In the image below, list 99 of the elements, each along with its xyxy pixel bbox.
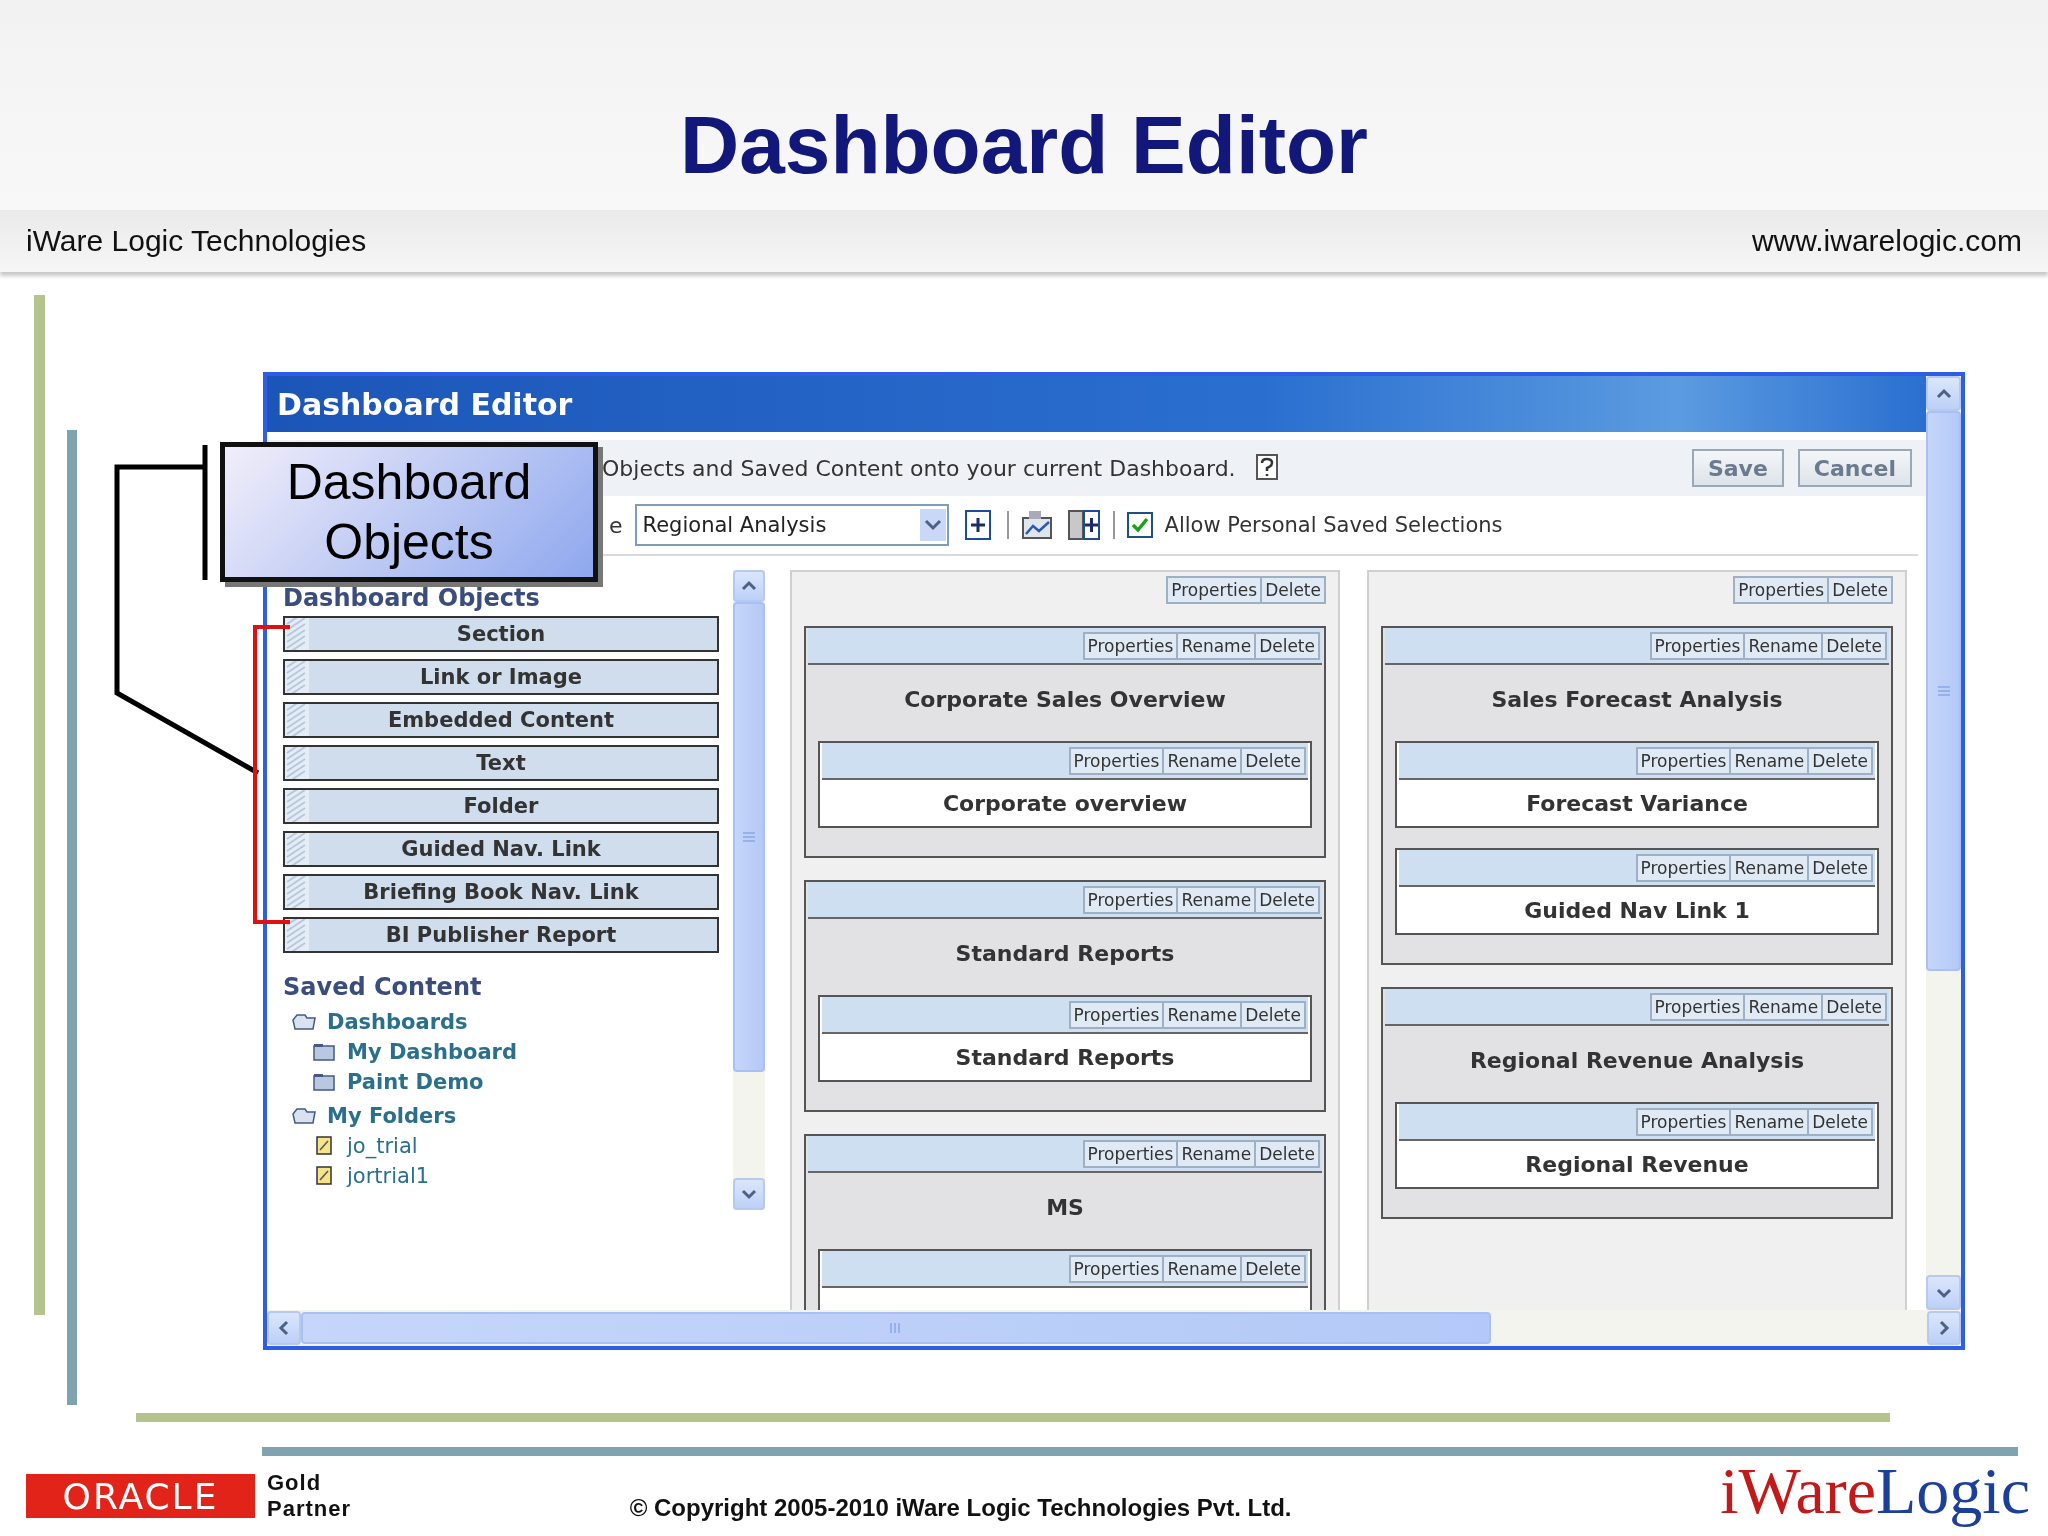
scroll-thumb[interactable] xyxy=(733,602,765,1072)
toolbar-button[interactable]: Delete xyxy=(1240,1254,1306,1283)
section-title: Regional Revenue Analysis xyxy=(1468,1046,1806,1075)
toolbar-button[interactable]: Delete xyxy=(1807,746,1873,775)
toolbar-button[interactable]: Rename xyxy=(1729,1107,1810,1136)
toolbar-button[interactable]: Properties xyxy=(1635,746,1732,775)
add-column-icon[interactable] xyxy=(1066,508,1101,542)
toolbar-button[interactable]: Properties xyxy=(1635,853,1732,882)
section-title: Corporate Sales Overview xyxy=(903,685,1227,714)
checkbox-label: Allow Personal Saved Selections xyxy=(1164,513,1503,537)
toolbar-button[interactable]: Rename xyxy=(1729,853,1810,882)
toolbar-button[interactable]: Delete xyxy=(1240,1000,1306,1029)
panel-heading: Dashboard Objects xyxy=(283,584,541,614)
grip-icon xyxy=(285,790,309,822)
grip-icon xyxy=(285,919,309,951)
partner-text: Partner xyxy=(267,1496,352,1522)
object-button[interactable]: BI Publisher Report xyxy=(283,917,719,953)
toolbar-button[interactable]: Delete xyxy=(1807,853,1873,882)
object-button[interactable]: Section xyxy=(283,616,719,652)
grip-icon xyxy=(285,876,309,908)
folder-icon xyxy=(311,1072,337,1092)
folder-icon xyxy=(291,1012,317,1032)
toolbar-button[interactable]: Rename xyxy=(1162,746,1243,775)
toolbar-button[interactable]: Delete xyxy=(1827,576,1893,604)
slide-title: Dashboard Editor xyxy=(679,98,1369,192)
object-button[interactable]: Embedded Content xyxy=(283,702,719,738)
dialog-button[interactable]: Save xyxy=(1691,449,1784,487)
toolbar-button[interactable]: Properties xyxy=(1082,885,1179,914)
toolbar-button[interactable]: Properties xyxy=(1082,631,1179,660)
tree-item[interactable]: My Dashboard xyxy=(347,1040,517,1064)
label-text: e xyxy=(609,512,623,538)
toolbar-button[interactable]: Delete xyxy=(1260,576,1326,604)
tree-item[interactable]: My Folders xyxy=(327,1104,457,1128)
page-dropdown[interactable]: Regional Analysis xyxy=(634,504,949,546)
object-button[interactable]: Text xyxy=(283,745,719,781)
brand-logo: iWareLogic xyxy=(1720,1453,2030,1529)
item-title: Standard Reports xyxy=(954,1043,1176,1072)
tree-item[interactable]: jo_trial xyxy=(347,1134,418,1158)
object-button[interactable]: Guided Nav. Link xyxy=(283,831,719,867)
website-url: www.iwarelogic.com xyxy=(1751,224,2022,258)
toolbar-button[interactable]: Properties xyxy=(1733,576,1830,604)
dialog-button[interactable]: Cancel xyxy=(1797,449,1912,487)
company-name: iWare Logic Technologies xyxy=(26,224,367,258)
grip-icon xyxy=(285,833,309,865)
toolbar-button[interactable]: Properties xyxy=(1082,1139,1179,1168)
toolbar-button[interactable]: Delete xyxy=(1821,631,1887,660)
grip-icon xyxy=(285,661,309,693)
toolbar-button[interactable]: Properties xyxy=(1068,1000,1165,1029)
scroll-thumb[interactable] xyxy=(301,1312,1491,1344)
panel-heading: Saved Content xyxy=(283,973,483,1003)
item-title: Guided Nav Link 1 xyxy=(1523,896,1751,925)
toolbar-button[interactable]: Properties xyxy=(1068,746,1165,775)
object-button[interactable]: Briefing Book Nav. Link xyxy=(283,874,719,910)
toolbar-button[interactable]: Rename xyxy=(1743,631,1824,660)
object-button[interactable]: Folder xyxy=(283,788,719,824)
scroll-thumb[interactable] xyxy=(1926,411,1961,971)
toolbar-button[interactable]: Rename xyxy=(1162,1254,1243,1283)
toolbar-button[interactable]: Delete xyxy=(1254,885,1320,914)
item-title: Regional Revenue xyxy=(1524,1150,1750,1179)
toolbar-button[interactable]: Properties xyxy=(1166,576,1263,604)
toolbar-button[interactable]: Properties xyxy=(1068,1254,1165,1283)
scrollbar[interactable] xyxy=(733,570,765,1210)
window-title: Dashboard Editor xyxy=(277,386,573,422)
toolbar-button[interactable]: Properties xyxy=(1649,631,1746,660)
partner-text: Gold xyxy=(267,1470,323,1496)
section-title: MS xyxy=(1045,1193,1085,1222)
grip-icon xyxy=(285,747,309,779)
checkbox[interactable] xyxy=(1126,512,1153,538)
copyright-text: © Copyright 2005-2010 iWare Logic Technologies Pvt. Ltd. xyxy=(628,1493,1293,1522)
scrollbar[interactable] xyxy=(1926,376,1961,1310)
toolbar-button[interactable]: Delete xyxy=(1240,746,1306,775)
toolbar-button[interactable]: Rename xyxy=(1176,885,1257,914)
item-title: Forecast Variance xyxy=(1525,789,1749,818)
toolbar-button[interactable]: Rename xyxy=(1176,631,1257,660)
object-button[interactable]: Link or Image xyxy=(283,659,719,695)
grip-icon xyxy=(285,704,309,736)
toolbar-button[interactable]: Delete xyxy=(1254,631,1320,660)
toolbar-button[interactable]: Rename xyxy=(1729,746,1810,775)
folder-icon xyxy=(311,1042,337,1062)
toolbar-button[interactable]: Rename xyxy=(1176,1139,1257,1168)
grip-icon xyxy=(285,618,309,650)
toolbar-button[interactable]: Properties xyxy=(1635,1107,1732,1136)
toolbar-button[interactable]: Rename xyxy=(1743,992,1824,1021)
item-title: Corporate overview xyxy=(941,789,1189,818)
scrollbar[interactable] xyxy=(267,1310,1961,1346)
tree-item[interactable]: jortrial1 xyxy=(347,1164,430,1188)
toolbar-button[interactable]: Rename xyxy=(1162,1000,1243,1029)
toolbar-button[interactable]: Delete xyxy=(1807,1107,1873,1136)
section-title: Standard Reports xyxy=(954,939,1176,968)
folder-icon xyxy=(291,1106,317,1126)
tree-item[interactable]: Dashboards xyxy=(327,1010,468,1034)
oracle-logo: ORACLE xyxy=(26,1474,255,1518)
page-properties-icon[interactable] xyxy=(1020,508,1055,542)
toolbar-button[interactable]: Properties xyxy=(1649,992,1746,1021)
tree-item[interactable]: Paint Demo xyxy=(347,1070,484,1094)
section-title: Sales Forecast Analysis xyxy=(1490,685,1784,714)
toolbar-button[interactable]: Delete xyxy=(1254,1139,1320,1168)
instruction-text: Objects and Saved Content onto your current Dashboard. xyxy=(602,455,1236,481)
toolbar-button[interactable]: Delete xyxy=(1821,992,1887,1021)
